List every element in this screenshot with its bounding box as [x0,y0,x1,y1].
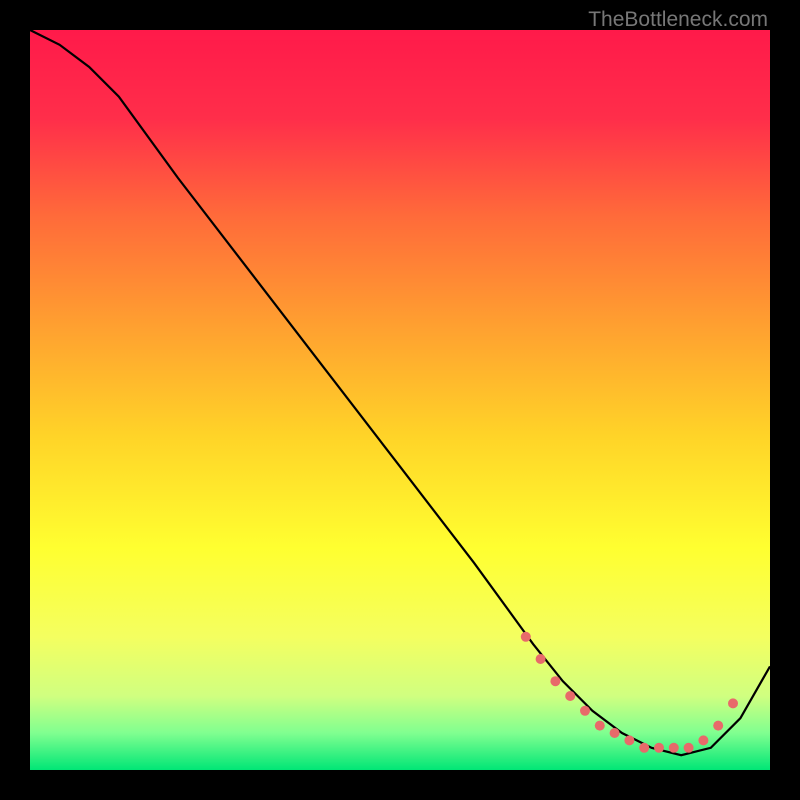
marker-group [521,632,738,753]
marker-point [580,706,590,716]
chart-container: TheBottleneck.com [0,0,800,800]
marker-point [698,735,708,745]
marker-point [684,743,694,753]
marker-point [639,743,649,753]
marker-point [550,676,560,686]
marker-point [610,728,620,738]
marker-point [654,743,664,753]
marker-point [565,691,575,701]
plot-area [30,30,770,770]
watermark-text: TheBottleneck.com [588,8,768,32]
bottleneck-curve [30,30,770,755]
marker-point [521,632,531,642]
marker-point [536,654,546,664]
marker-point [713,721,723,731]
marker-point [728,698,738,708]
marker-point [669,743,679,753]
marker-point [624,735,634,745]
marker-point [595,721,605,731]
curve-overlay [30,30,770,770]
